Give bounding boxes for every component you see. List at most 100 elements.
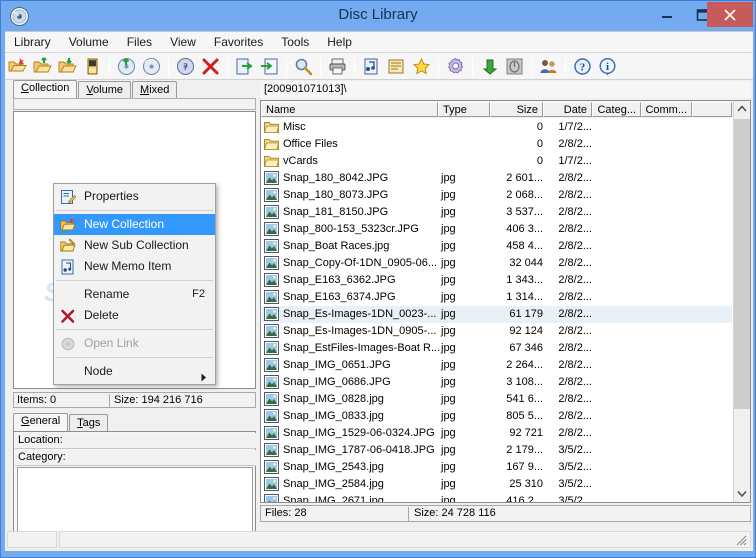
tab-general[interactable]: General <box>13 413 69 431</box>
tab-tags[interactable]: Tags <box>69 414 109 431</box>
image-file-icon <box>264 290 279 304</box>
scroll-up-icon[interactable] <box>734 101 750 118</box>
image-file-icon <box>264 460 279 474</box>
file-list-view[interactable]: Name Type Size Date Categ... Comm... Misc 0 1/7… <box>260 100 751 503</box>
cell-name: Snap_180_8073.JPG <box>283 189 389 201</box>
table-row[interactable]: Snap_IMG_2671.jpg jpg 416 2... 3/5/2... <box>262 493 732 502</box>
table-row[interactable]: Snap_IMG_2543.jpg jpg 167 9... 3/5/2... <box>262 459 732 476</box>
table-row[interactable]: Snap_EstFiles-Images-Boat R... jpg 67 346 2… <box>262 340 732 357</box>
import-icon[interactable] <box>233 55 256 78</box>
column-header-categ[interactable]: Categ... <box>592 102 641 117</box>
delete-icon[interactable] <box>199 55 222 78</box>
menu-view[interactable]: View <box>161 32 205 53</box>
table-row[interactable]: Snap_181_8150.JPG jpg 3 537... 2/8/2... <box>262 204 732 221</box>
menu-help[interactable]: Help <box>318 32 361 53</box>
menu-item-new-collection[interactable]: New Collection <box>54 214 215 235</box>
menu-item-new-memo-item[interactable]: New Memo Item <box>54 256 215 277</box>
menu-volume[interactable]: Volume <box>60 32 118 53</box>
table-row[interactable]: vCards 0 1/7/2... <box>262 153 732 170</box>
cell-date: 2/8/2... <box>558 410 592 422</box>
tab-collection[interactable]: Collection <box>13 80 78 98</box>
table-row[interactable]: Snap_E163_6362.JPG jpg 1 343... 2/8/2... <box>262 272 732 289</box>
menu-item-node[interactable]: Node <box>54 361 215 382</box>
table-row[interactable]: Snap_Copy-Of-1DN_0905-06... jpg 32 044 2/8/… <box>262 255 732 272</box>
search-icon[interactable] <box>292 55 315 78</box>
menu-item-new-sub-collection[interactable]: New Sub Collection <box>54 235 215 256</box>
vertical-scrollbar[interactable] <box>733 101 750 502</box>
table-row[interactable]: Snap_IMG_0651.JPG jpg 2 264... 2/8/2... <box>262 357 732 374</box>
table-row[interactable]: Snap_800-153_5323cr.JPG jpg 406 3... 2/8/2.… <box>262 221 732 238</box>
table-row[interactable]: Misc 0 1/7/2... <box>262 119 732 136</box>
menu-favorites[interactable]: Favorites <box>205 32 272 53</box>
playlist-icon[interactable] <box>360 55 383 78</box>
info-icon[interactable]: i <box>596 55 619 78</box>
table-row[interactable]: Snap_IMG_1529-06-0324.JPG jpg 92 721 2/8/2.… <box>262 425 732 442</box>
export-icon[interactable] <box>258 55 281 78</box>
table-row[interactable]: Snap_IMG_2584.jpg jpg 25 310 3/5/2... <box>262 476 732 493</box>
undo-icon[interactable] <box>478 55 501 78</box>
new-library-icon[interactable] <box>6 55 29 78</box>
cell-type: jpg <box>441 359 456 371</box>
column-header-blank[interactable] <box>692 102 732 117</box>
menu-item-rename[interactable]: Rename F2 <box>54 284 215 305</box>
scrollbar-track[interactable] <box>734 409 750 485</box>
column-header-comm[interactable]: Comm... <box>641 102 692 117</box>
menu-item-delete[interactable]: Delete <box>54 305 215 326</box>
column-header-date[interactable]: Date <box>543 102 592 117</box>
disc-info-icon[interactable]: ? <box>174 55 197 78</box>
save-library-icon[interactable] <box>56 55 79 78</box>
menu-separator <box>56 329 213 330</box>
image-file-icon <box>264 477 279 491</box>
scrollbar-thumb[interactable] <box>734 119 750 409</box>
minimize-button[interactable] <box>649 2 685 27</box>
status-segment-left <box>7 531 57 548</box>
context-menu[interactable]: Properties New Collection New Sub Collecti… <box>53 183 216 385</box>
close-button[interactable] <box>707 2 753 27</box>
menu-item-properties[interactable]: Properties <box>54 186 215 207</box>
table-row[interactable]: Snap_E163_6374.JPG jpg 1 314... 2/8/2... <box>262 289 732 306</box>
rescan-disc-icon[interactable] <box>140 55 163 78</box>
favorites-star-icon[interactable] <box>410 55 433 78</box>
table-row[interactable]: Snap_Es-Images-1DN_0905-... jpg 92 124 2/8/… <box>262 323 732 340</box>
image-file-icon <box>264 443 279 457</box>
menu-files[interactable]: Files <box>118 32 161 53</box>
tab-volume[interactable]: Volume <box>78 81 132 98</box>
tab-mixed[interactable]: Mixed <box>132 81 178 98</box>
table-row[interactable]: Snap_IMG_0833.jpg jpg 805 5... 2/8/2... <box>262 408 732 425</box>
image-file-icon <box>264 188 279 202</box>
column-header-name[interactable]: Name <box>261 102 438 117</box>
table-row[interactable]: Snap_IMG_1787-06-0418.JPG jpg 2 179... 3/5/… <box>262 442 732 459</box>
cell-date: 2/8/2... <box>558 342 592 354</box>
stop-icon[interactable] <box>503 55 526 78</box>
menu-tools[interactable]: Tools <box>272 32 318 53</box>
users-icon[interactable] <box>537 55 560 78</box>
print-icon[interactable] <box>326 55 349 78</box>
column-header-type[interactable]: Type <box>438 102 490 117</box>
address-path[interactable]: [200901071013]\ <box>260 81 751 98</box>
scroll-down-icon[interactable] <box>734 485 750 502</box>
table-row[interactable]: Snap_180_8042.JPG jpg 2 601... 2/8/2... <box>262 170 732 187</box>
close-library-icon[interactable] <box>81 55 104 78</box>
table-row[interactable]: Snap_Boat Races.jpg jpg 458 4... 2/8/2... <box>262 238 732 255</box>
read-disc-icon[interactable] <box>115 55 138 78</box>
report-icon[interactable] <box>385 55 408 78</box>
help-icon[interactable]: ? <box>571 55 594 78</box>
settings-gear-icon[interactable] <box>444 55 467 78</box>
table-row[interactable]: Office Files 0 2/8/2... <box>262 136 732 153</box>
open-library-icon[interactable] <box>31 55 54 78</box>
resize-grip-icon[interactable] <box>734 533 747 546</box>
column-header-size[interactable]: Size <box>490 102 543 117</box>
image-file-icon <box>264 494 279 502</box>
table-row[interactable]: Snap_Es-Images-1DN_0023-... jpg 61 179 2/8/… <box>262 306 732 323</box>
image-file-icon <box>264 477 279 491</box>
table-row[interactable]: Snap_180_8073.JPG jpg 2 068... 2/8/2... <box>262 187 732 204</box>
cell-size: 25 310 <box>509 478 543 490</box>
cell-name: Snap_Es-Images-1DN_0023-... <box>283 308 437 320</box>
status-bar <box>7 531 751 549</box>
cell-name: Snap_IMG_2543.jpg <box>283 461 384 473</box>
menu-library[interactable]: Library <box>5 32 60 53</box>
table-row[interactable]: Snap_IMG_0828.jpg jpg 541 6... 2/8/2... <box>262 391 732 408</box>
table-row[interactable]: Snap_IMG_0686.JPG jpg 3 108... 2/8/2... <box>262 374 732 391</box>
notes-textarea[interactable] <box>17 467 253 535</box>
toolbar: ? ? i <box>5 53 753 80</box>
